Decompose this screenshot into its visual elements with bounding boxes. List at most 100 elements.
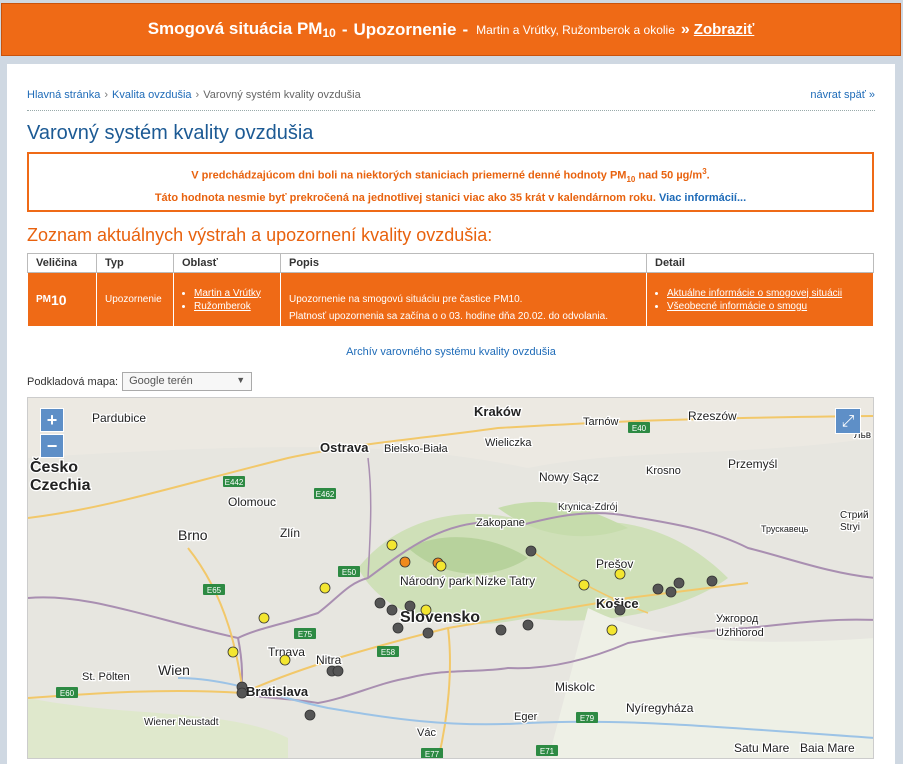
area-link-martin[interactable]: Martin a Vrútky: [194, 288, 261, 299]
map-place-label: Wiener Neustadt: [144, 717, 219, 728]
map-place-label: Baia Mare: [800, 741, 855, 755]
map-place-label: Zlín: [280, 526, 300, 540]
map-place-label: Krosno: [646, 465, 681, 477]
back-link[interactable]: návrat späť »: [810, 89, 875, 101]
alert-type-cell: Upozornenie: [96, 272, 174, 327]
station-marker[interactable]: [525, 545, 537, 557]
station-marker[interactable]: [522, 619, 534, 631]
station-marker[interactable]: [404, 600, 416, 612]
map-place-label: Brno: [178, 527, 208, 543]
chevron-down-icon: ▼: [236, 375, 246, 385]
expand-icon[interactable]: ⤢: [835, 408, 861, 434]
base-map-value: Google terén: [129, 375, 193, 387]
notice-line-1: V predchádzajúcom dni boli na niektorých…: [191, 167, 710, 184]
map-canvas: Kraków Tarnów Rzeszów Pardubice Wieliczka Čes…: [28, 398, 873, 759]
exceedance-notice: V predchádzajúcom dni boli na niektorých…: [27, 152, 874, 212]
page-title: Varovný systém kvality ovzdušia: [27, 122, 314, 144]
station-marker[interactable]: [706, 575, 718, 587]
breadcrumb-air-quality[interactable]: Kvalita ovzdušia: [112, 89, 192, 101]
map-place-label: Трускавець: [761, 524, 809, 534]
station-marker[interactable]: [606, 624, 618, 636]
breadcrumb-home[interactable]: Hlavná stránka: [27, 89, 100, 101]
station-marker[interactable]: [614, 604, 626, 616]
map-place-label: Slovensko: [400, 609, 480, 626]
station-marker[interactable]: [374, 597, 386, 609]
detail-link-current-smog[interactable]: Aktuálne informácie o smogovej situácii: [667, 288, 842, 299]
more-info-link[interactable]: Viac informácií...: [659, 192, 746, 204]
banner-places: Martin a Vrútky, Ružomberok a okolie: [476, 22, 675, 37]
map-place-label: Kraków: [474, 404, 522, 419]
map-place-label: Bratislava: [246, 684, 309, 699]
station-marker[interactable]: [420, 604, 432, 616]
map-place-label: Wieliczka: [485, 437, 532, 449]
area-link-ruzomberok[interactable]: Ružomberok: [194, 301, 251, 312]
road-shield-label: E77: [425, 750, 440, 759]
station-marker[interactable]: [227, 646, 239, 658]
road-shield-label: E65: [207, 586, 222, 595]
road-shield-label: E462: [316, 490, 335, 499]
station-marker[interactable]: [319, 582, 331, 594]
column-header: Popis: [280, 253, 647, 273]
banner-dash: -: [462, 19, 469, 39]
map-place-label: Národný park Nízke Tatry: [400, 574, 535, 588]
banner-arrow-icon: »: [680, 20, 690, 38]
banner-title: Smogová situácia PM10: [147, 19, 336, 40]
station-marker[interactable]: [495, 624, 507, 636]
station-marker[interactable]: [392, 622, 404, 634]
column-header: Detail: [646, 253, 874, 273]
stations-map[interactable]: Kraków Tarnów Rzeszów Pardubice Wieliczka Čes…: [27, 397, 874, 759]
road-shield-label: E79: [580, 714, 595, 723]
station-marker[interactable]: [386, 539, 398, 551]
map-place-label: Česko: [30, 457, 78, 476]
road-shield-label: E58: [381, 648, 396, 657]
map-place-label: Nitra: [316, 653, 342, 667]
station-marker[interactable]: [304, 709, 316, 721]
map-place-label: Pardubice: [92, 411, 146, 425]
map-place-label: Stryi: [840, 522, 860, 533]
station-marker[interactable]: [236, 687, 248, 699]
map-place-label: Стрий: [840, 510, 869, 521]
road-shield-label: E71: [540, 747, 555, 756]
zoom-in-button[interactable]: +: [40, 408, 64, 432]
station-marker[interactable]: [578, 579, 590, 591]
station-marker[interactable]: [665, 586, 677, 598]
column-header: Typ: [96, 253, 174, 273]
map-place-label: Czechia: [30, 477, 91, 494]
station-marker[interactable]: [652, 583, 664, 595]
map-place-label: Tarnów: [583, 416, 619, 428]
column-header: Veličina: [27, 253, 97, 273]
breadcrumb-separator: ›: [195, 89, 200, 101]
station-marker[interactable]: [435, 560, 447, 572]
station-marker[interactable]: [279, 654, 291, 666]
base-map-control: Podkladová mapa: Google terén ▼: [27, 372, 253, 391]
base-map-label: Podkladová mapa:: [27, 375, 119, 388]
banner-alert-type: Upozornenie: [353, 19, 457, 39]
archive-link[interactable]: Archív varovného systému kvality ovzduši…: [7, 346, 895, 358]
breadcrumb-separator: ›: [104, 89, 109, 101]
map-place-label: Satu Mare: [734, 741, 790, 755]
map-place-label: Nyíregyháza: [626, 701, 694, 715]
station-marker[interactable]: [332, 665, 344, 677]
zoom-out-button[interactable]: −: [40, 434, 64, 458]
road-shield-label: E50: [342, 568, 357, 577]
station-marker[interactable]: [673, 577, 685, 589]
map-place-label: Bielsko-Biała: [384, 443, 448, 455]
map-place-label: Przemyśl: [728, 457, 777, 471]
column-header: Oblasť: [173, 253, 281, 273]
station-marker[interactable]: [386, 604, 398, 616]
station-marker[interactable]: [422, 627, 434, 639]
detail-link-general-smog[interactable]: Všeobecné informácie o smogu: [667, 301, 807, 312]
breadcrumb: Hlavná stránka › Kvalita ovzdušia › Varovný …: [27, 89, 361, 101]
map-place-label: Uzhhorod: [716, 627, 764, 639]
base-map-select[interactable]: Google terén ▼: [122, 372, 253, 391]
station-marker[interactable]: [399, 556, 411, 568]
map-place-label: Ostrava: [320, 440, 369, 455]
road-shield-label: E442: [225, 478, 244, 487]
station-marker[interactable]: [614, 568, 626, 580]
map-place-label: Nowy Sącz: [539, 470, 599, 484]
alerts-table: Veličina Typ Oblasť Popis Detail PM10 Up…: [27, 253, 874, 327]
station-marker[interactable]: [258, 612, 270, 624]
road-shield-label: E60: [60, 689, 75, 698]
alerts-list-title: Zoznam aktuálnych výstrah a upozornení k…: [27, 225, 493, 245]
banner-show-link[interactable]: Zobraziť: [694, 21, 755, 38]
